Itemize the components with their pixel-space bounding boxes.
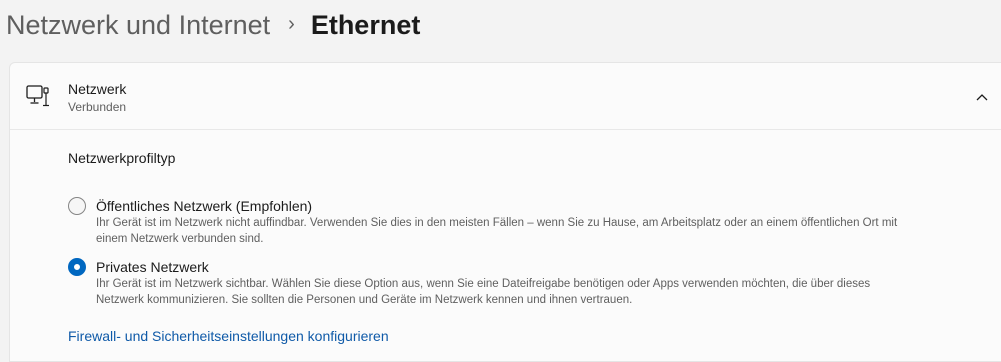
private-network-radio[interactable]: [68, 258, 86, 276]
private-network-label[interactable]: Privates Netzwerk: [96, 259, 209, 275]
public-network-label[interactable]: Öffentliches Netzwerk (Empfohlen): [96, 198, 312, 214]
network-status: Verbunden: [68, 100, 127, 114]
private-network-description-line2: Netzwerk kommunizieren. Sie sollten die …: [96, 294, 633, 306]
public-network-description-line2: einem Netzwerk verbunden sind.: [96, 233, 264, 245]
network-title: Netzwerk: [68, 81, 127, 97]
network-card: Netzwerk Verbunden Netzwerkprofiltyp Öff…: [9, 62, 1001, 362]
breadcrumb-separator-icon: ›: [288, 13, 295, 35]
page-title: Ethernet: [310, 10, 421, 40]
profile-section-title: Netzwerkprofiltyp: [68, 150, 176, 166]
chevron-up-icon[interactable]: [972, 87, 992, 107]
breadcrumb: Netzwerk und Internet › Ethernet: [6, 6, 420, 44]
network-card-header[interactable]: Netzwerk Verbunden: [10, 63, 1001, 130]
private-network-description-line1: Ihr Gerät ist im Netzwerk sichtbar. Wähl…: [96, 278, 871, 290]
public-network-description: Ihr Gerät ist im Netzwerk nicht auffindb…: [96, 215, 976, 247]
private-network-description: Ihr Gerät ist im Netzwerk sichtbar. Wähl…: [96, 276, 976, 308]
public-network-radio[interactable]: [68, 197, 86, 215]
public-network-description-line1: Ihr Gerät ist im Netzwerk nicht auffindb…: [96, 217, 898, 229]
firewall-settings-link[interactable]: Firewall- und Sicherheitseinstellungen k…: [68, 328, 389, 344]
network-pc-icon: [26, 85, 49, 107]
breadcrumb-parent[interactable]: Netzwerk und Internet: [6, 6, 270, 44]
